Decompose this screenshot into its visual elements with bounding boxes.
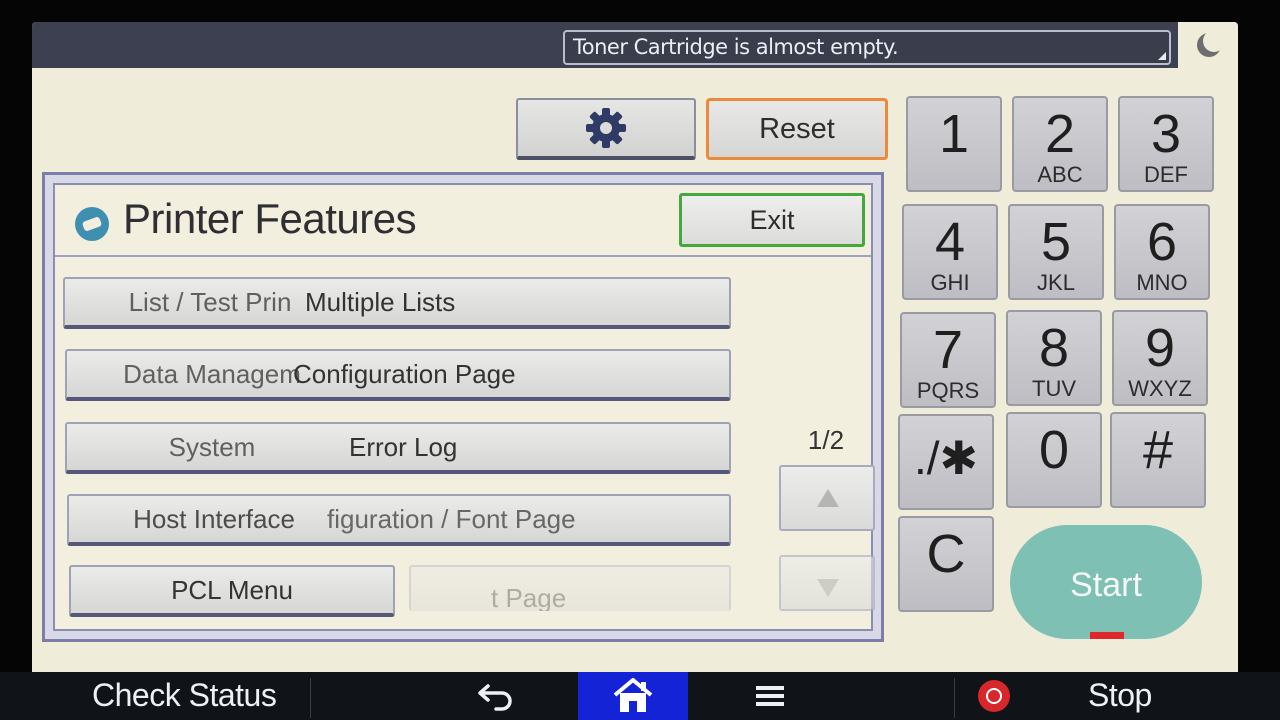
key-6[interactable]: 6 MNO — [1114, 204, 1210, 300]
key-digit: 7 — [932, 320, 964, 380]
menu-item-label: PCL Menu — [171, 575, 293, 605]
arrow-up-icon — [817, 489, 839, 507]
home-icon — [613, 678, 653, 712]
key-letters: ABC — [1037, 162, 1083, 187]
key-7[interactable]: 7 PQRS — [900, 312, 996, 408]
settings-button[interactable] — [516, 98, 696, 160]
stop-icon[interactable] — [978, 680, 1010, 712]
key-digit: 3 — [1150, 104, 1182, 164]
key-digit: 4 — [934, 212, 966, 272]
divider — [310, 678, 311, 718]
key-8[interactable]: 8 TUV — [1006, 310, 1102, 406]
key-1[interactable]: 1 — [906, 96, 1002, 192]
key-5[interactable]: 5 JKL — [1008, 204, 1104, 300]
key-hash[interactable]: # — [1110, 412, 1206, 508]
menu-item-label: System — [168, 432, 256, 462]
key-0[interactable]: 0 — [1006, 412, 1102, 508]
key-9[interactable]: 9 WXYZ — [1112, 310, 1208, 406]
menu-item-overlay-label: figuration / Font Page — [327, 504, 576, 534]
reset-button[interactable]: Reset — [706, 98, 888, 160]
key-digit: 8 — [1038, 318, 1070, 378]
printer-features-icon — [75, 207, 109, 241]
page-title: Printer Features — [123, 195, 417, 242]
key-digit: 0 — [1038, 420, 1070, 480]
key-letters: DEF — [1144, 162, 1188, 187]
start-indicator-led — [1090, 632, 1124, 639]
menu-item-label: Host Interface — [133, 504, 295, 534]
menu-item-list-test-print[interactable]: List / Test Prin Multiple Lists — [63, 277, 731, 329]
key-digit: 1 — [938, 104, 970, 164]
key-letters: MNO — [1136, 270, 1188, 295]
expand-corner-icon — [1158, 52, 1166, 60]
key-letters: PQRS — [916, 378, 980, 403]
status-bar: Toner Cartridge is almost empty. — [32, 22, 1238, 68]
start-button[interactable]: Start — [1010, 525, 1202, 639]
key-digit: ./✱ — [913, 432, 979, 484]
key-dot-star[interactable]: ./✱ — [898, 414, 994, 510]
key-digit: C — [926, 524, 966, 584]
menu-item-overlay-label: Multiple Lists — [305, 287, 456, 317]
page-indicator: 1/2 — [807, 425, 845, 455]
printer-features-panel: Printer Features Exit List / Test Prin M… — [42, 172, 884, 642]
stop-button[interactable]: Stop — [1088, 672, 1152, 720]
scroll-up-button[interactable] — [779, 465, 875, 531]
key-2[interactable]: 2 ABC — [1012, 96, 1108, 192]
key-4[interactable]: 4 GHI — [902, 204, 998, 300]
key-digit: 5 — [1040, 212, 1072, 272]
status-message[interactable]: Toner Cartridge is almost empty. — [563, 30, 1171, 65]
back-button[interactable] — [474, 678, 520, 714]
key-digit: 2 — [1044, 104, 1076, 164]
gear-icon — [586, 108, 626, 148]
clear-key[interactable]: C — [898, 516, 994, 612]
key-digit: # — [1142, 420, 1174, 480]
key-letters: TUV — [1032, 376, 1076, 401]
key-digit: 6 — [1146, 212, 1178, 272]
panel-content: Printer Features Exit List / Test Prin M… — [53, 183, 875, 631]
menu-item-overlay-label: Configuration Page — [293, 359, 516, 389]
key-letters: JKL — [1037, 270, 1075, 295]
status-message-text: Toner Cartridge is almost empty. — [573, 35, 899, 59]
menu-item-pcl-menu[interactable]: PCL Menu — [69, 565, 395, 617]
menu-item-faded: t Page — [409, 565, 731, 611]
menu-item-label: t Page — [491, 583, 567, 611]
menu-item-overlay-label: Error Log — [349, 432, 458, 462]
key-letters: GHI — [930, 270, 970, 295]
scroll-down-button[interactable] — [779, 555, 875, 611]
back-arrow-icon — [478, 684, 512, 711]
key-digit: 9 — [1144, 318, 1176, 378]
menu-item-data-management[interactable]: Data Managem Configuration Page — [65, 349, 731, 401]
touch-screen: Toner Cartridge is almost empty. Reset P… — [32, 22, 1238, 682]
divider — [954, 678, 955, 718]
key-3[interactable]: 3 DEF — [1118, 96, 1214, 192]
moon-icon — [1203, 30, 1225, 52]
check-status-button[interactable]: Check Status — [92, 672, 277, 720]
energy-saver-button[interactable] — [1178, 22, 1238, 68]
menu-item-system[interactable]: System Error Log — [65, 422, 731, 474]
hamburger-menu-icon — [756, 686, 784, 706]
panel-header: Printer Features Exit — [55, 185, 871, 257]
arrow-down-icon — [817, 579, 839, 597]
home-button[interactable] — [578, 672, 688, 720]
bottom-bar: Check Status Stop — [0, 672, 1280, 720]
menu-button[interactable] — [754, 682, 786, 710]
key-letters: WXYZ — [1128, 376, 1192, 401]
menu-item-host-interface[interactable]: Host Interface figuration / Font Page — [67, 494, 731, 546]
exit-button[interactable]: Exit — [679, 193, 865, 247]
